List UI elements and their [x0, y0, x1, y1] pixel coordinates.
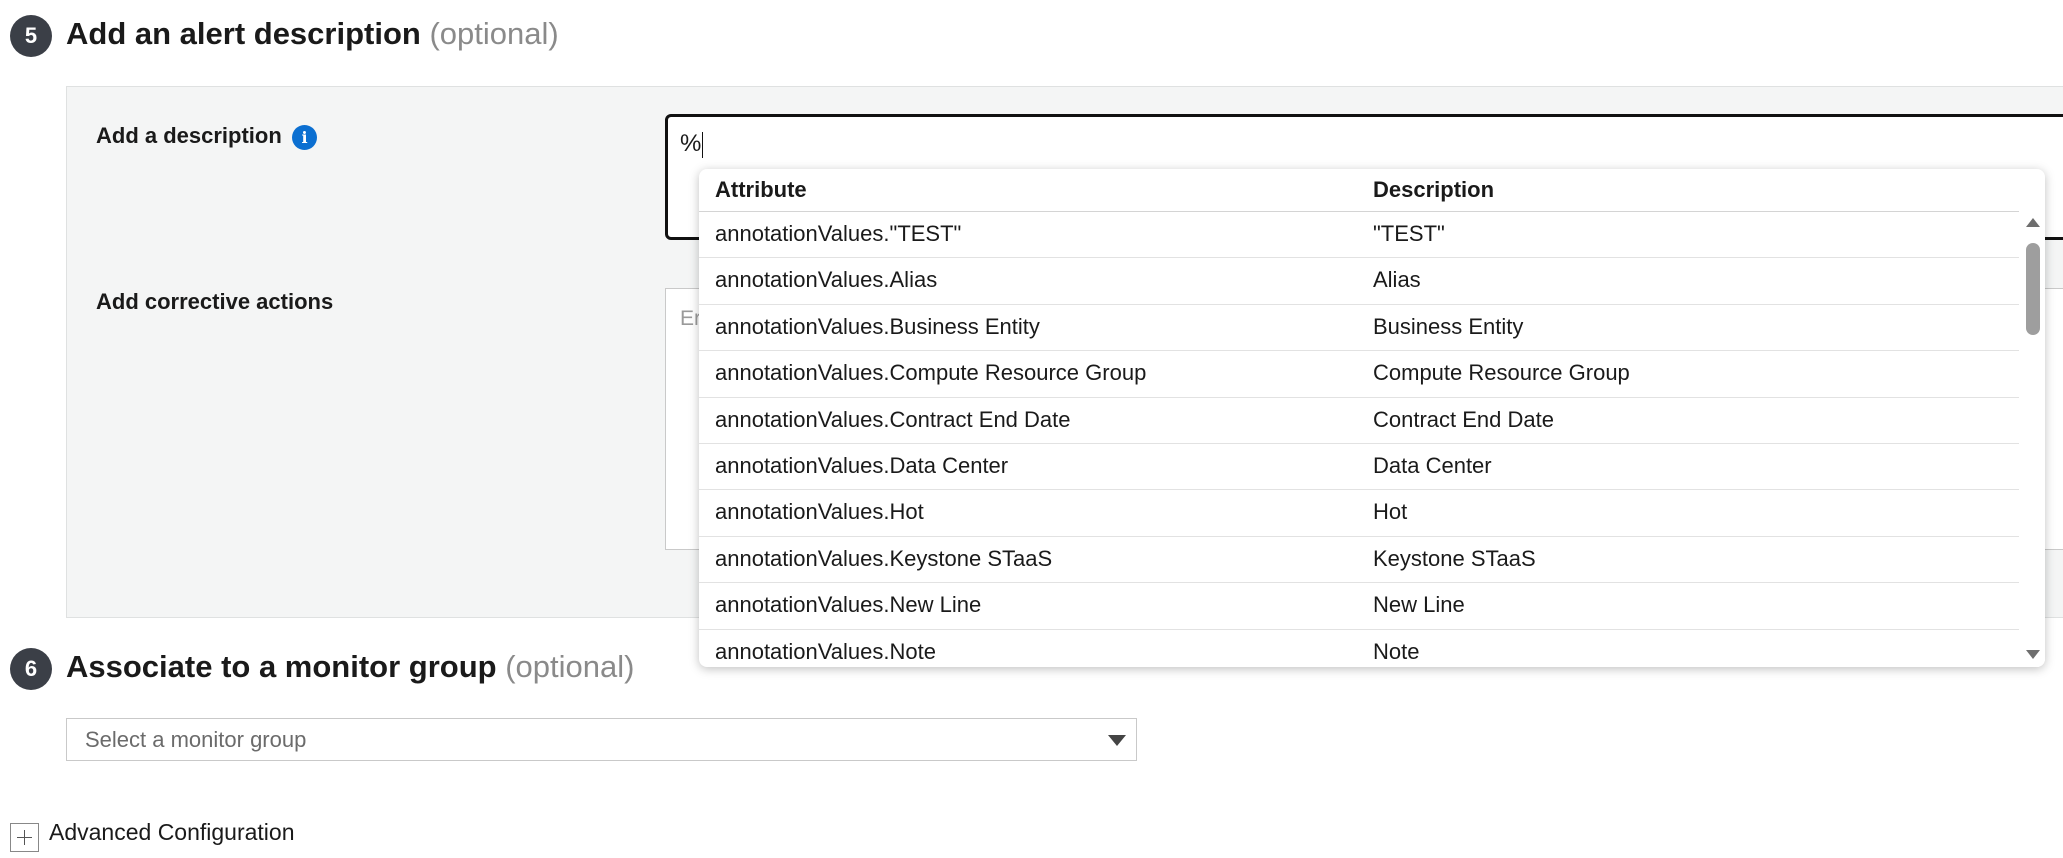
- step-5-badge: 5: [10, 15, 52, 57]
- attribute-autocomplete-dropdown[interactable]: Attribute Description annotationValues."…: [699, 169, 2045, 667]
- row-attribute: annotationValues.Hot: [715, 499, 924, 525]
- step-5-optional: (optional): [429, 16, 559, 51]
- header-attribute: Attribute: [715, 177, 807, 202]
- scroll-up-arrow-icon[interactable]: [2026, 218, 2040, 227]
- row-description: Note: [1373, 638, 1420, 664]
- step-6-optional: (optional): [505, 649, 635, 684]
- step-5-title-text: Add an alert description: [66, 16, 421, 51]
- row-attribute: annotationValues.New Line: [715, 592, 982, 618]
- autocomplete-row[interactable]: annotationValues.Data Center Data Center: [699, 444, 2019, 491]
- row-description: Hot: [1373, 499, 1408, 525]
- scroll-down-arrow-icon[interactable]: [2026, 650, 2040, 659]
- description-label: Add a description: [96, 123, 282, 148]
- monitor-group-select[interactable]: Select a monitor group: [66, 718, 1137, 761]
- row-description: Business Entity: [1373, 313, 1524, 339]
- corrective-actions-label: Add corrective actions: [96, 289, 334, 314]
- plus-icon[interactable]: [10, 823, 39, 852]
- corrective-actions-placeholder: Er: [680, 307, 701, 330]
- chevron-down-icon: [1108, 735, 1126, 746]
- autocomplete-header: Attribute Description: [699, 169, 2019, 212]
- info-icon[interactable]: i: [292, 125, 317, 150]
- header-description: Description: [1373, 177, 1495, 202]
- row-description: Keystone STaaS: [1373, 545, 1536, 571]
- row-description: Alias: [1373, 267, 1421, 293]
- step-5-title: Add an alert description (optional): [66, 16, 559, 52]
- autocomplete-rows: annotationValues."TEST" "TEST" annotatio…: [699, 212, 2019, 667]
- row-attribute: annotationValues.Contract End Date: [715, 406, 1071, 432]
- row-description: Data Center: [1373, 452, 1492, 478]
- autocomplete-row[interactable]: annotationValues.New Line New Line: [699, 583, 2019, 630]
- row-attribute: annotationValues."TEST": [715, 221, 962, 246]
- autocomplete-row[interactable]: annotationValues.Hot Hot: [699, 490, 2019, 537]
- row-description: Contract End Date: [1373, 406, 1554, 432]
- text-caret: [702, 131, 704, 158]
- row-attribute: annotationValues.Note: [715, 638, 936, 664]
- autocomplete-row[interactable]: annotationValues."TEST" "TEST": [699, 212, 2019, 259]
- autocomplete-row[interactable]: annotationValues.Note Note: [699, 630, 2019, 667]
- row-description: Compute Resource Group: [1373, 360, 1630, 386]
- step-6-title: Associate to a monitor group (optional): [66, 649, 634, 685]
- row-attribute: annotationValues.Compute Resource Group: [715, 360, 1147, 386]
- row-attribute: annotationValues.Alias: [715, 267, 938, 293]
- autocomplete-row[interactable]: annotationValues.Business Entity Busines…: [699, 305, 2019, 352]
- autocomplete-row[interactable]: annotationValues.Contract End Date Contr…: [699, 398, 2019, 444]
- row-attribute: annotationValues.Data Center: [715, 452, 1009, 478]
- monitor-group-placeholder: Select a monitor group: [85, 727, 307, 752]
- step-6-badge: 6: [10, 648, 52, 690]
- dropdown-scrollbar[interactable]: [2019, 211, 2045, 667]
- autocomplete-row[interactable]: annotationValues.Keystone STaaS Keystone…: [699, 537, 2019, 584]
- autocomplete-row[interactable]: annotationValues.Alias Alias: [699, 258, 2019, 305]
- advanced-configuration-toggle[interactable]: Advanced Configuration: [49, 819, 295, 846]
- description-input-value: %: [680, 130, 702, 157]
- row-description: New Line: [1373, 592, 1465, 618]
- row-attribute: annotationValues.Business Entity: [715, 313, 1040, 339]
- row-description: "TEST": [1373, 221, 1445, 246]
- autocomplete-row[interactable]: annotationValues.Compute Resource Group …: [699, 351, 2019, 398]
- scroll-thumb[interactable]: [2026, 243, 2040, 335]
- row-attribute: annotationValues.Keystone STaaS: [715, 545, 1053, 571]
- step-6-title-text: Associate to a monitor group: [66, 649, 497, 684]
